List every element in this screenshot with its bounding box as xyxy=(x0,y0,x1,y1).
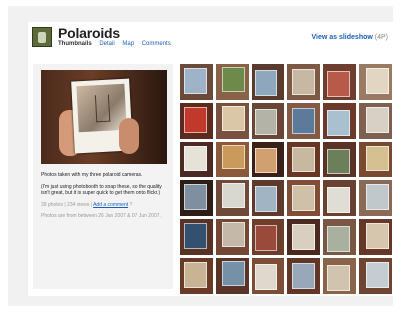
photo-thumbnail[interactable] xyxy=(287,180,321,217)
set-stats: 39 photos | 234 views | Add a comment ? xyxy=(41,201,133,208)
polaroid-print xyxy=(366,223,389,250)
set-description: Photos taken with my three polaroid came… xyxy=(41,172,167,225)
photo-thumbnail[interactable] xyxy=(180,258,213,294)
photo-thumbnail[interactable] xyxy=(251,180,285,217)
description-line: Photos taken with my three polaroid came… xyxy=(41,172,143,178)
polaroid-print xyxy=(292,185,316,212)
page-title: Polaroids xyxy=(58,25,120,41)
nav-comments[interactable]: Comments xyxy=(142,41,171,47)
polaroid-print xyxy=(366,145,389,172)
photo-thumbnail[interactable] xyxy=(180,64,213,100)
polaroid-print xyxy=(327,71,351,97)
polaroid-print xyxy=(366,184,389,211)
polaroid-print xyxy=(327,226,351,253)
polaroid-print xyxy=(221,105,245,131)
polaroid-print xyxy=(221,67,245,92)
nav-detail[interactable]: Detail xyxy=(99,41,114,47)
polaroid-print xyxy=(292,146,316,173)
polaroid-print xyxy=(254,147,278,174)
date-range: Photos are from between 26 Jan 2007 & 07… xyxy=(41,213,161,219)
thumbnail-grid xyxy=(180,64,392,294)
photo-thumbnail[interactable] xyxy=(323,141,357,178)
photo-thumbnail[interactable] xyxy=(359,102,392,139)
polaroid-print xyxy=(254,108,278,135)
polaroid-print xyxy=(184,106,207,133)
photo-thumbnail[interactable] xyxy=(251,219,285,256)
photo-thumbnail[interactable] xyxy=(323,64,357,100)
photo-thumbnail[interactable] xyxy=(215,219,249,256)
photo-thumbnail[interactable] xyxy=(359,141,392,178)
photo-thumbnail[interactable] xyxy=(251,64,285,100)
polaroid-print xyxy=(184,223,207,250)
photoset-page: Polaroids Thumbnails Detail Map Comments… xyxy=(28,22,394,296)
polaroid-print xyxy=(292,69,316,95)
slideshow-control: View as slideshow (4P) xyxy=(311,34,388,41)
photo-thumbnail[interactable] xyxy=(287,64,321,100)
photo-thumbnail[interactable] xyxy=(323,102,357,139)
photo-thumbnail[interactable] xyxy=(359,64,392,100)
photo-thumbnail[interactable] xyxy=(180,141,213,178)
polaroid-print xyxy=(184,262,207,288)
polaroid-print xyxy=(366,68,389,94)
user-avatar[interactable] xyxy=(32,27,52,47)
polaroid-print xyxy=(184,145,207,172)
photo-thumbnail[interactable] xyxy=(180,219,213,256)
photo-thumbnail[interactable] xyxy=(359,258,392,294)
nav-map[interactable]: Map xyxy=(122,41,134,47)
hand xyxy=(119,118,139,154)
slideshow-link[interactable]: View as slideshow xyxy=(311,34,372,41)
photo-thumbnail[interactable] xyxy=(287,258,321,294)
polaroid-print xyxy=(327,109,351,136)
photo-thumbnail[interactable] xyxy=(215,180,249,217)
photo-thumbnail[interactable] xyxy=(323,180,357,217)
polaroid-print xyxy=(221,144,245,170)
add-comment-link[interactable]: Add a comment xyxy=(93,202,128,208)
photo-thumbnail[interactable] xyxy=(180,102,213,139)
photo-thumbnail[interactable] xyxy=(287,141,321,178)
polaroid-print xyxy=(327,265,351,291)
photo-thumbnail[interactable] xyxy=(180,180,213,217)
polaroid-print xyxy=(366,262,389,288)
set-sidebar: Photos taken with my three polaroid came… xyxy=(33,64,173,289)
polaroid-print xyxy=(184,68,207,94)
polaroid-print xyxy=(221,222,245,248)
photo-thumbnail[interactable] xyxy=(251,102,285,139)
featured-photo[interactable] xyxy=(41,70,167,164)
photo-thumbnail[interactable] xyxy=(359,180,392,217)
polaroid-print xyxy=(366,106,389,133)
screenshot-frame: Polaroids Thumbnails Detail Map Comments… xyxy=(8,6,394,306)
photo-thumbnail[interactable] xyxy=(359,219,392,256)
polaroid-print xyxy=(292,107,316,134)
view-nav: Thumbnails Detail Map Comments xyxy=(58,41,177,47)
polaroid-print xyxy=(254,264,278,290)
polaroid-print xyxy=(292,263,316,289)
photo-thumbnail[interactable] xyxy=(215,141,249,178)
polaroid-print xyxy=(254,225,278,252)
photo-thumbnail[interactable] xyxy=(323,219,357,256)
polaroid-print xyxy=(327,148,351,175)
photo-thumbnail[interactable] xyxy=(287,219,321,256)
nav-thumbnails[interactable]: Thumbnails xyxy=(58,41,92,47)
photo-thumbnail[interactable] xyxy=(215,258,249,294)
slideshow-tag: (4P) xyxy=(374,34,388,41)
photo-thumbnail[interactable] xyxy=(251,258,285,294)
polaroid-print xyxy=(254,186,278,213)
photo-thumbnail[interactable] xyxy=(323,258,357,294)
photo-thumbnail[interactable] xyxy=(215,102,249,139)
polaroid-print xyxy=(327,187,351,214)
polaroid-print xyxy=(221,261,245,286)
polaroid-print xyxy=(254,70,278,96)
photo-thumbnail[interactable] xyxy=(287,102,321,139)
polaroid-print xyxy=(292,224,316,251)
polaroid-print xyxy=(184,184,207,211)
polaroid-print xyxy=(221,183,245,209)
description-note: (I'm just using photobooth to snap these… xyxy=(41,183,162,197)
photo-thumbnail[interactable] xyxy=(215,64,249,100)
photo-thumbnail[interactable] xyxy=(251,141,285,178)
